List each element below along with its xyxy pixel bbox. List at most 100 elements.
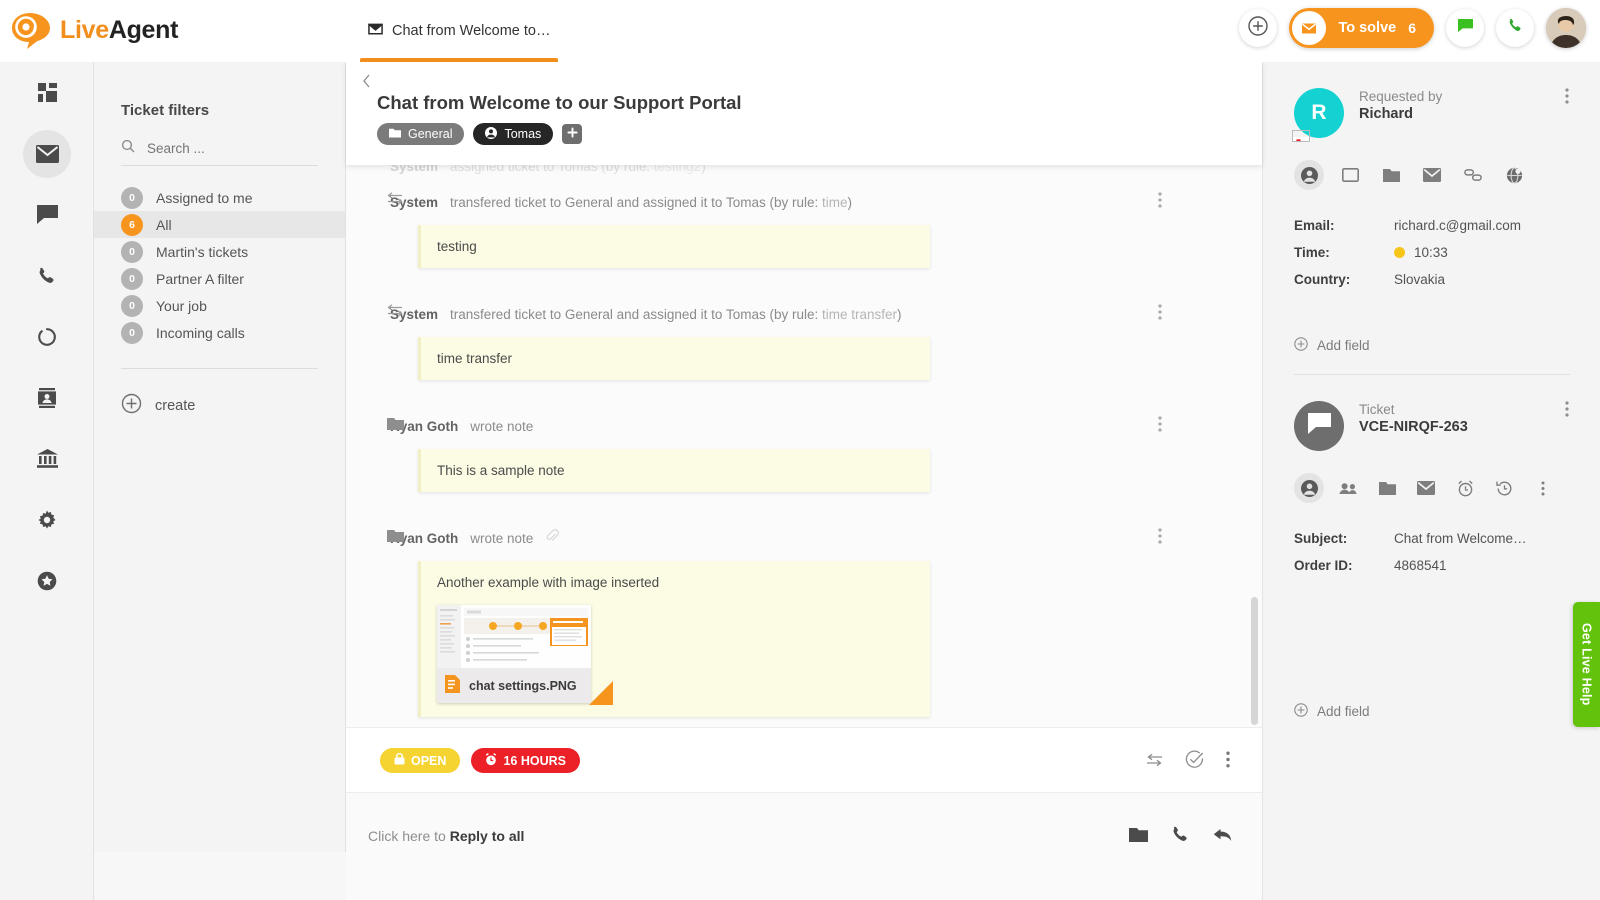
kebab-menu-icon[interactable]: [1158, 192, 1162, 213]
field-value: richard.c@gmail.com: [1394, 218, 1521, 233]
circle-dash-icon: [23, 313, 71, 361]
tab-requester-profile[interactable]: [1294, 160, 1324, 190]
icon-rail: [0, 62, 94, 900]
chat-button[interactable]: [1446, 9, 1484, 47]
call-button[interactable]: [1496, 9, 1534, 47]
tab-requester-chats[interactable]: [1335, 160, 1365, 190]
kebab-menu-icon[interactable]: [1158, 528, 1162, 549]
tab-ticket-sla[interactable]: [1450, 473, 1480, 503]
kebab-menu-icon[interactable]: [1226, 751, 1230, 773]
search-input[interactable]: [147, 141, 317, 156]
app-logo[interactable]: LiveAgent: [10, 10, 178, 50]
ticket-header-block: Ticket VCE-NIRQF-263: [1294, 375, 1569, 451]
reply-arrow-icon[interactable]: [1213, 827, 1232, 848]
chat-bubble-icon: [1307, 412, 1331, 440]
attachment-label: chat settings.PNG: [437, 668, 591, 703]
envelope-icon: [1292, 11, 1327, 45]
sidebar-item-favorites[interactable]: [0, 550, 94, 611]
ticket-avatar[interactable]: [1294, 401, 1344, 451]
field-value: 4868541: [1394, 558, 1447, 573]
sidebar-item-chats[interactable]: [0, 184, 94, 245]
chat-bubble-icon: [1457, 18, 1474, 38]
tag-assignee[interactable]: Tomas: [473, 123, 554, 145]
filter-all[interactable]: 6 All: [94, 211, 345, 238]
message-text: Another example with image inserted: [437, 575, 660, 590]
tab-ticket-requester[interactable]: [1294, 473, 1324, 503]
filter-your-job[interactable]: 0 Your job: [94, 292, 345, 319]
sidebar-item-tickets[interactable]: [0, 123, 94, 184]
dashboard-grid-icon: [23, 69, 71, 117]
tag-department[interactable]: General: [377, 123, 465, 145]
conversation-scrollbar[interactable]: [1251, 597, 1258, 725]
requester-avatar[interactable]: R: [1292, 88, 1344, 142]
reply-prompt[interactable]: Click here to Reply to all: [368, 828, 524, 844]
filter-label: All: [156, 216, 172, 233]
tab-requester-browser[interactable]: [1499, 160, 1529, 190]
transfer-arrow-icon[interactable]: [1146, 753, 1163, 772]
back-button[interactable]: [362, 74, 372, 93]
field-subject: Subject: Chat from Welcome…: [1294, 525, 1569, 552]
field-time: Time: 10:33: [1294, 239, 1569, 266]
sidebar-item-contacts[interactable]: [0, 367, 94, 428]
ticket-add-field-button[interactable]: Add field: [1294, 579, 1569, 740]
tab-ticket-notes[interactable]: [1372, 473, 1402, 503]
details-panel: R Requested by Richard Email: richard.c@…: [1262, 62, 1600, 900]
slovakia-flag-icon: [1292, 130, 1310, 142]
note-icon[interactable]: [1129, 827, 1148, 848]
check-circle-icon[interactable]: [1185, 750, 1204, 774]
tab-requester-emails[interactable]: [1417, 160, 1447, 190]
plus-square-icon: [567, 125, 578, 143]
tab-ticket-emails[interactable]: [1411, 473, 1441, 503]
logo-wordmark: LiveAgent: [60, 16, 178, 45]
filter-martins-tickets[interactable]: 0 Martin's tickets: [94, 238, 345, 265]
avatar[interactable]: [1546, 8, 1586, 48]
add-tag-button[interactable]: [562, 124, 583, 144]
kebab-menu-icon[interactable]: [1158, 416, 1162, 437]
attachment-card[interactable]: chat settings.PNG: [437, 605, 613, 705]
sidebar-item-dashboard[interactable]: [0, 62, 94, 123]
sidebar-item-settings[interactable]: [0, 489, 94, 550]
filter-assigned-to-me[interactable]: 0 Assigned to me: [94, 184, 345, 211]
kebab-menu-icon[interactable]: [1158, 304, 1162, 325]
filter-incoming-calls[interactable]: 0 Incoming calls: [94, 319, 345, 346]
field-key: Subject:: [1294, 531, 1348, 546]
gear-icon: [23, 496, 71, 544]
tab-ticket-agents[interactable]: [1333, 473, 1363, 503]
filter-count-badge: 0: [121, 267, 143, 290]
message-body-with-attachment: Another example with image inserted chat…: [418, 561, 930, 717]
bank-icon: [23, 435, 71, 483]
tab-ticket[interactable]: Chat from Welcome to…: [346, 0, 572, 62]
kebab-menu-icon[interactable]: [1565, 401, 1569, 422]
ticket-tags: General Tomas: [377, 123, 583, 145]
filter-label: Martin's tickets: [156, 243, 249, 260]
status-badge[interactable]: OPEN: [380, 748, 461, 773]
plus-circle-icon: [1294, 703, 1308, 720]
tab-ticket-more[interactable]: [1528, 473, 1558, 503]
to-solve-button[interactable]: To solve 6: [1289, 8, 1434, 48]
add-button[interactable]: [1239, 9, 1278, 47]
page-title: Chat from Welcome to our Support Portal: [377, 92, 742, 113]
sla-badge[interactable]: 16 HOURS: [471, 748, 580, 773]
field-key: Order ID:: [1294, 558, 1353, 573]
message-action: wrote note: [470, 530, 534, 546]
sidebar-item-activity[interactable]: [0, 306, 94, 367]
tab-ticket-history[interactable]: [1489, 473, 1519, 503]
ticket-id: VCE-NIRQF-263: [1359, 419, 1468, 435]
get-live-help-tab[interactable]: Get Live Help: [1573, 602, 1600, 727]
ticket-tabs: [1294, 473, 1569, 503]
tab-requester-notes[interactable]: [1376, 160, 1406, 190]
transfer-arrow-icon: [386, 304, 404, 317]
requester-card: R Requested by Richard Email: richard.c@…: [1263, 62, 1600, 374]
sidebar-item-companies[interactable]: [0, 428, 94, 489]
conversation-message: System transfered ticket to General and …: [346, 190, 1262, 268]
filter-partner-a[interactable]: 0 Partner A filter: [94, 265, 345, 292]
create-filter-button[interactable]: create: [121, 393, 345, 418]
search-row: [121, 139, 318, 166]
kebab-menu-icon[interactable]: [1565, 88, 1569, 109]
requester-add-field-button[interactable]: Add field: [1294, 293, 1569, 374]
search-icon: [121, 139, 135, 158]
sidebar-item-calls[interactable]: [0, 245, 94, 306]
tab-requester-links[interactable]: [1458, 160, 1488, 190]
star-badge-icon: [23, 557, 71, 605]
phone-icon[interactable]: [1171, 825, 1190, 849]
